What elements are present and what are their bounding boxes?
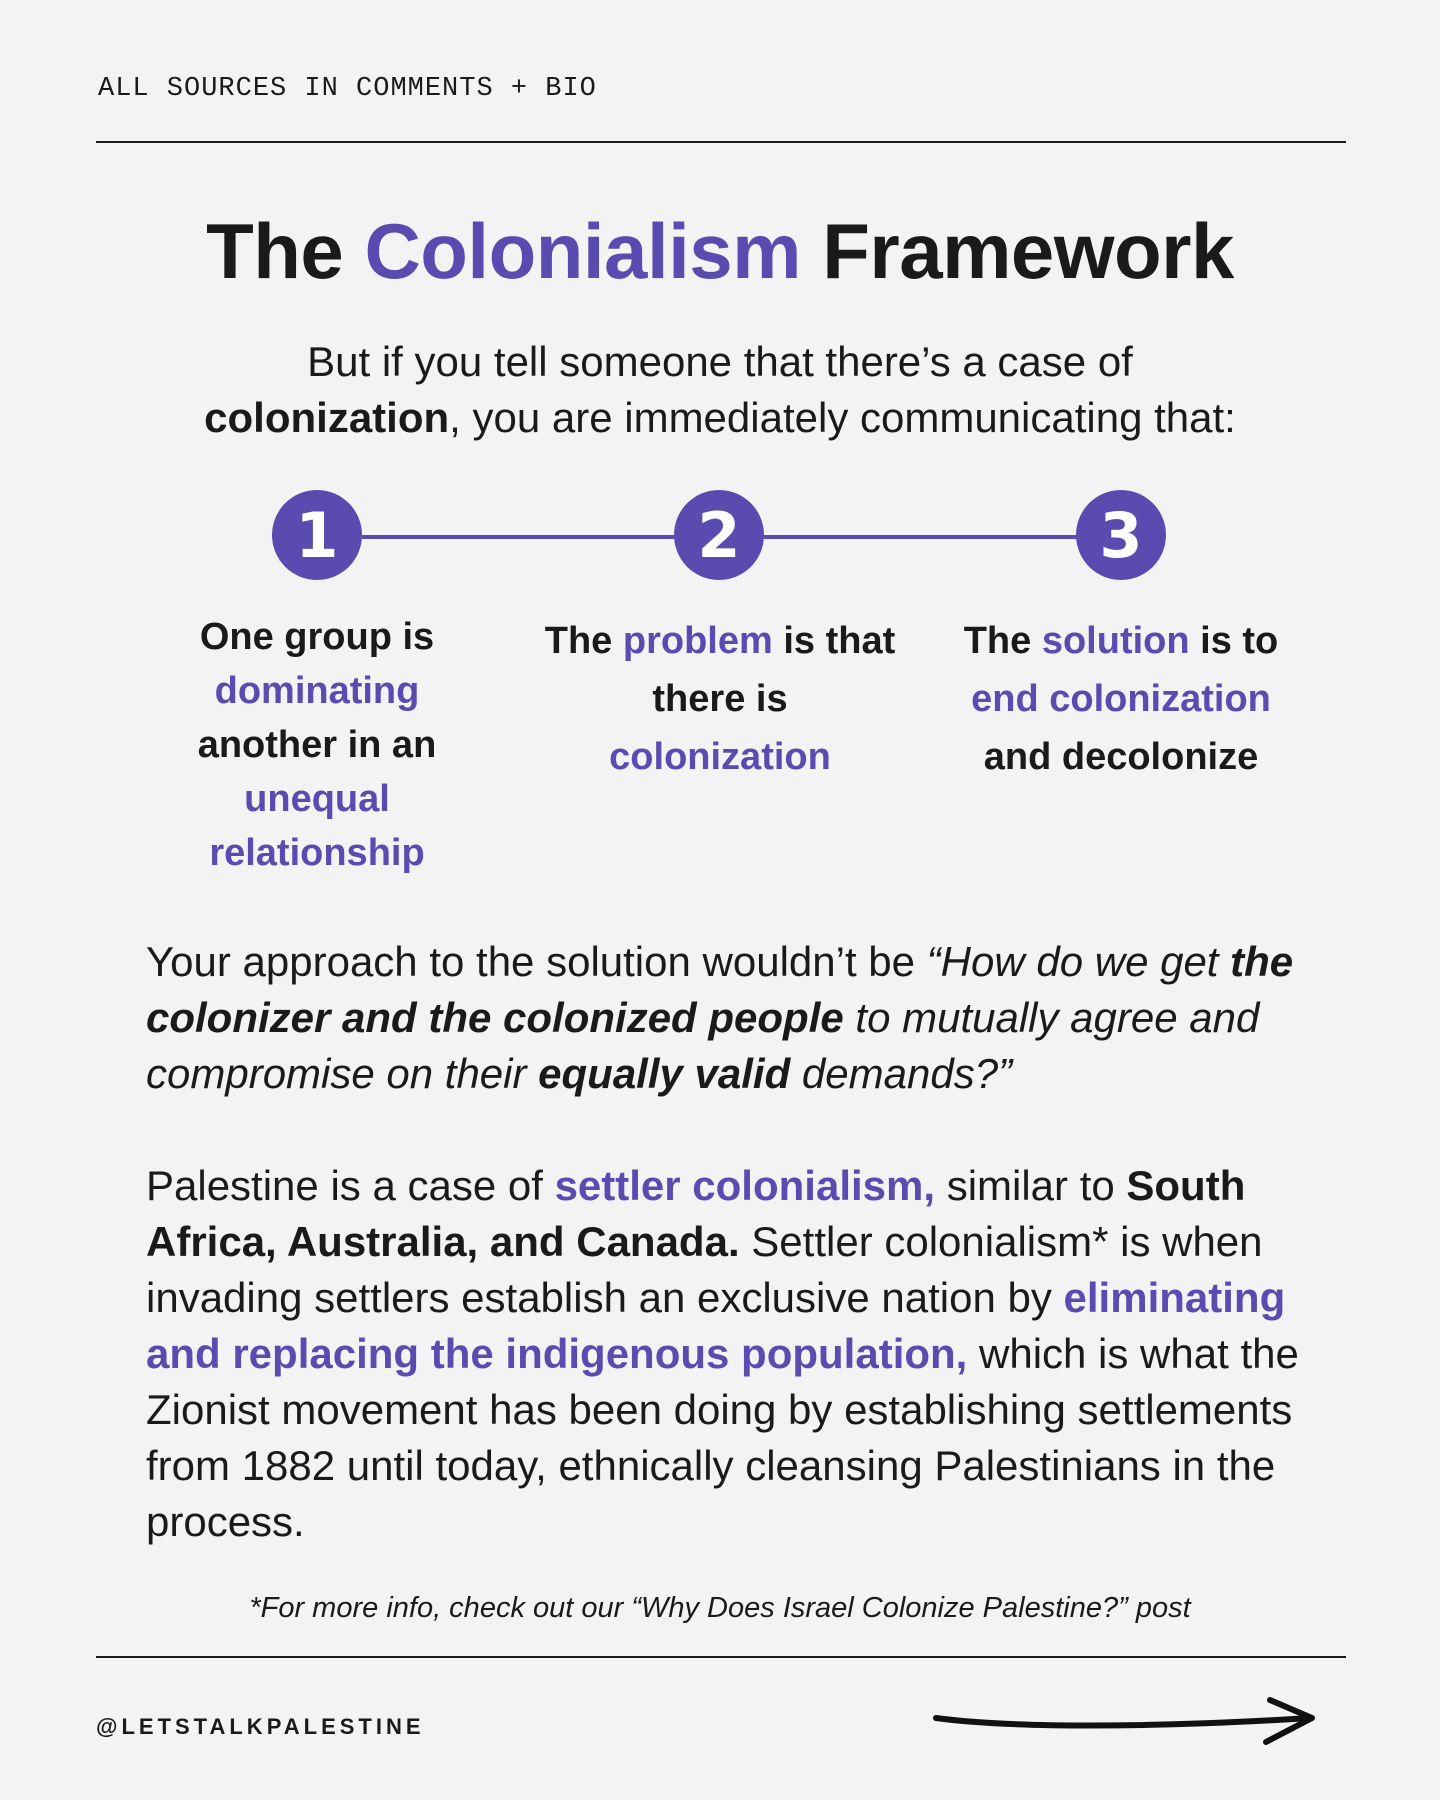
approach-italic-1: “How do we get (926, 938, 1231, 985)
step-2-accent-a: problem (622, 620, 773, 662)
approach-text-1: Your approach to the solution wouldn’t b… (146, 938, 927, 985)
approach-italic-3: demands?” (790, 1050, 1013, 1097)
step-1-text-a: One group is (199, 616, 435, 658)
step-1-accent-a: dominating (214, 670, 420, 712)
step-1-text: One group is dominating another in an un… (137, 610, 497, 880)
slide: ALL SOURCES IN COMMENTS + BIO The Coloni… (0, 0, 1440, 1800)
timeline-connector-2-3 (764, 535, 1078, 539)
step-2-badge: 2 (674, 490, 764, 580)
step-3-badge: 3 (1076, 490, 1166, 580)
step-1-text-b: another in an (197, 724, 437, 766)
palestine-paragraph: Palestine is a case of settler coloniali… (146, 1158, 1306, 1550)
step-3-accent-b: end colonization (971, 678, 1271, 720)
title-part-1: The (206, 207, 365, 295)
footnote: *For more info, check out our “Why Does … (249, 1592, 1191, 1624)
approach-paragraph: Your approach to the solution wouldn’t b… (146, 934, 1306, 1102)
title-part-2: Framework (801, 207, 1234, 295)
step-3-text-a: The (963, 620, 1042, 662)
intro-bold: colonization (204, 394, 450, 441)
step-1-badge: 1 (272, 490, 362, 580)
top-divider (96, 141, 1346, 143)
approach-bold-2: equally valid (538, 1050, 791, 1097)
intro-text: But if you tell someone that there’s a c… (120, 334, 1320, 446)
arrow-right-icon[interactable] (930, 1692, 1320, 1752)
page-title: The Colonialism Framework (0, 206, 1440, 297)
palestine-accent-1: settler colonialism, (554, 1162, 936, 1209)
title-accent: Colonialism (364, 207, 802, 295)
bottom-divider (96, 1656, 1346, 1658)
palestine-text-1: Palestine is a case of (146, 1162, 555, 1209)
step-2-accent-b: colonization (609, 736, 831, 778)
account-handle: @LETSTALKPALESTINE (96, 1714, 425, 1739)
step-3-text-c: and decolonize (983, 736, 1259, 778)
step-1-accent-b: unequal relationship (209, 778, 425, 874)
palestine-text-2: similar to (935, 1162, 1127, 1209)
timeline-connector-1-2 (362, 535, 676, 539)
step-3-accent-a: solution (1041, 620, 1190, 662)
intro-rest: , you are immediately communicating that… (449, 394, 1236, 441)
step-3-text-b: is to (1189, 620, 1279, 662)
step-3-text: The solution is to end colonization and … (936, 612, 1306, 786)
sources-label: ALL SOURCES IN COMMENTS + BIO (98, 74, 597, 104)
step-2-text: The problem is that there is colonizatio… (540, 612, 900, 786)
intro-line-1: But if you tell someone that there’s a c… (307, 338, 1133, 385)
step-2-text-a: The (544, 620, 623, 662)
